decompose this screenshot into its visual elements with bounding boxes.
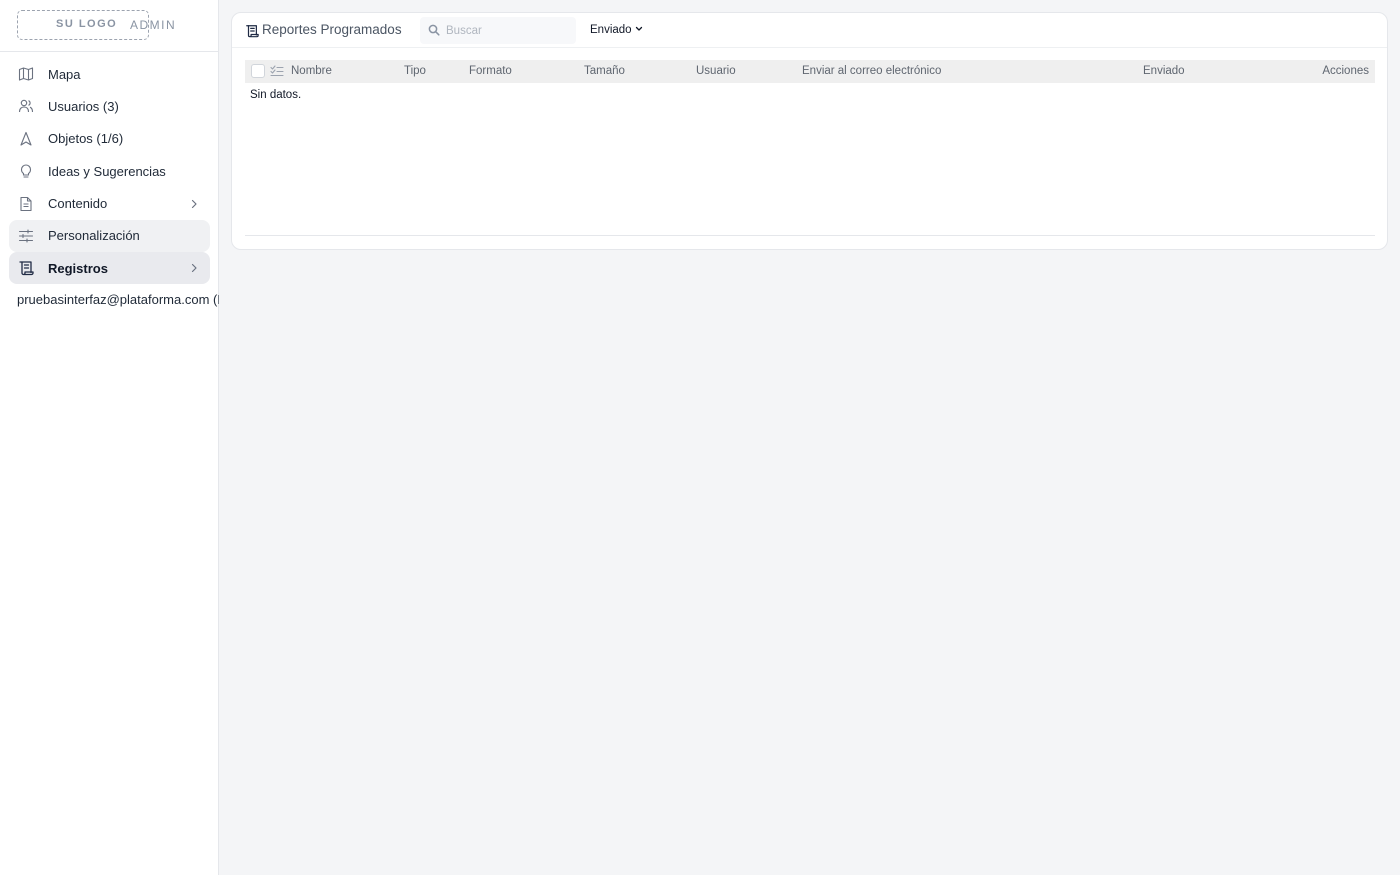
sidebar: SU LOGO ADMIN Mapa Usuarios (3) Objetos …: [0, 0, 219, 875]
sidebar-item-label: Ideas y Sugerencias: [48, 163, 166, 179]
page-title: Reportes Programados: [262, 22, 402, 37]
sidebar-nav: Mapa Usuarios (3) Objetos (1/6) Ideas y …: [0, 58, 219, 285]
sidebar-item-label: Personalización: [48, 228, 140, 244]
sliders-icon: [18, 228, 34, 244]
table-header-row: Nombre Tipo Formato Tamaño Usuario Envia…: [245, 60, 1375, 83]
sidebar-item-label: Registros: [48, 260, 108, 276]
sidebar-item-label: Usuarios (3): [48, 98, 119, 114]
column-header-acciones: Acciones: [1322, 65, 1369, 77]
select-all-checkbox[interactable]: [251, 64, 265, 78]
panel-header: Reportes Programados Enviado: [232, 13, 1387, 48]
document-icon: [18, 196, 34, 212]
empty-state-text: Sin datos.: [250, 89, 302, 101]
column-header-formato[interactable]: Formato: [469, 65, 512, 77]
navigation-icon: [18, 131, 34, 147]
sidebar-item-objetos[interactable]: Objetos (1/6): [9, 123, 210, 155]
sidebar-item-contenido[interactable]: Contenido: [9, 188, 210, 220]
chevron-down-icon: [635, 26, 643, 31]
search-box[interactable]: [420, 17, 576, 44]
sidebar-item-personalizacion[interactable]: Personalización: [9, 219, 210, 252]
users-icon: [18, 98, 34, 114]
sidebar-item-label: Objetos (1/6): [48, 131, 124, 147]
column-header-email[interactable]: Enviar al correo electrónico: [802, 65, 941, 77]
scroll-icon: [246, 25, 259, 38]
sidebar-item-mapa[interactable]: Mapa: [9, 58, 210, 90]
column-header-nombre[interactable]: Nombre: [291, 65, 332, 77]
checklist-icon[interactable]: [270, 65, 284, 78]
map-icon: [18, 66, 34, 82]
column-header-usuario[interactable]: Usuario: [696, 65, 736, 77]
logo-area: SU LOGO ADMIN: [0, 0, 218, 52]
sidebar-item-label: Mapa: [48, 66, 81, 82]
search-input[interactable]: [446, 17, 572, 44]
sidebar-item-label: Contenido: [48, 196, 108, 212]
sent-filter-dropdown[interactable]: Enviado: [578, 17, 655, 44]
logo-text: SU LOGO: [56, 18, 118, 30]
lightbulb-icon: [18, 163, 34, 179]
chevron-right-icon: [191, 199, 197, 208]
scroll-icon: [18, 260, 34, 276]
sidebar-item-usuarios[interactable]: Usuarios (3): [9, 90, 210, 122]
user-account-label[interactable]: pruebasinterfaz@plataforma.com (D: [17, 292, 219, 307]
admin-label: ADMIN: [130, 18, 177, 32]
table-divider: [245, 235, 1375, 236]
column-header-tamano[interactable]: Tamaño: [584, 65, 625, 77]
filter-selected-value: Enviado: [590, 24, 632, 36]
sidebar-item-ideas[interactable]: Ideas y Sugerencias: [9, 155, 210, 187]
chevron-right-icon: [191, 264, 197, 273]
reports-table: Nombre Tipo Formato Tamaño Usuario Envia…: [245, 60, 1375, 101]
scheduled-reports-panel: Reportes Programados Enviado Nombre Ti: [231, 12, 1388, 250]
search-icon: [428, 24, 440, 36]
column-header-tipo[interactable]: Tipo: [404, 65, 426, 77]
column-header-enviado[interactable]: Enviado: [1143, 65, 1185, 77]
sidebar-item-registros[interactable]: Registros: [9, 252, 210, 285]
